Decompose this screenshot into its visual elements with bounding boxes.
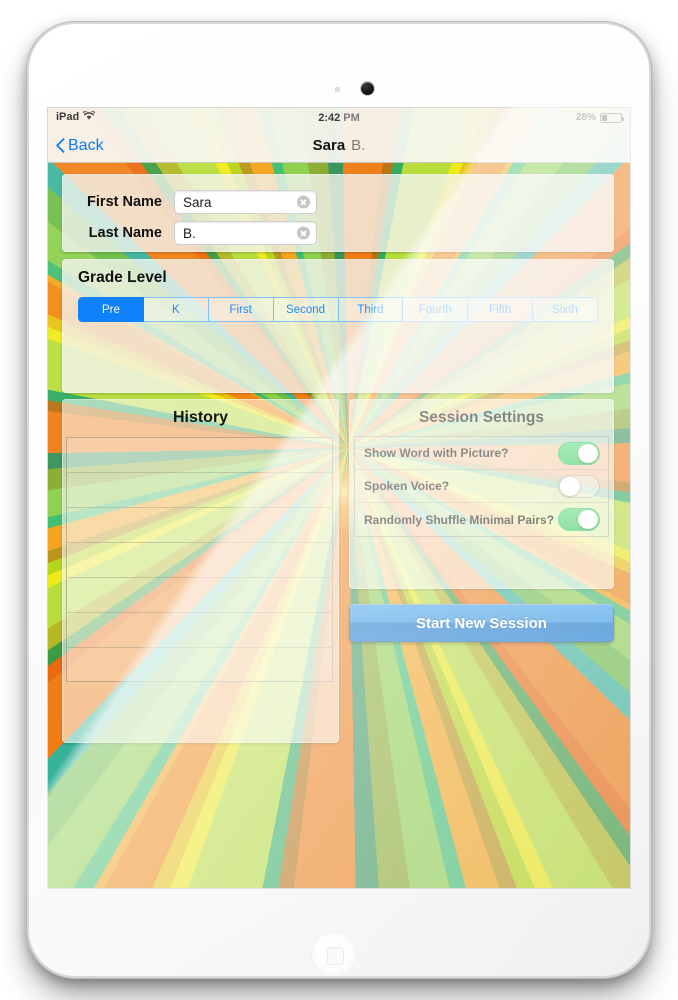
setting-label: Show Word with Picture? bbox=[364, 446, 509, 460]
setting-label: Spoken Voice? bbox=[364, 479, 450, 493]
grade-segment-pre[interactable]: Pre bbox=[78, 297, 144, 322]
setting-toggle[interactable] bbox=[558, 441, 600, 465]
history-row[interactable] bbox=[67, 473, 332, 508]
grade-level-segmented-control[interactable]: Pre K First Second Third Fourth Fifth Sixth bbox=[78, 297, 598, 322]
clock-ampm: PM bbox=[343, 112, 360, 124]
grade-segment-sixth[interactable]: Sixth bbox=[533, 297, 598, 322]
page-title-first-name: Sara bbox=[312, 137, 346, 154]
grade-level-title: Grade Level bbox=[78, 269, 167, 286]
setting-row: Spoken Voice? bbox=[355, 470, 608, 503]
history-row[interactable] bbox=[67, 508, 332, 543]
setting-toggle[interactable] bbox=[558, 508, 600, 531]
page-title: Sara B. bbox=[48, 129, 630, 162]
session-settings-panel: Session Settings Show Word with Picture?… bbox=[349, 399, 614, 589]
grade-level-panel: Grade Level Pre K First Second Third Fourth Fi… bbox=[62, 259, 614, 393]
history-row[interactable] bbox=[67, 578, 332, 613]
status-bar: iPad 2:42 PM 28% bbox=[48, 108, 630, 129]
ambient-sensor-icon bbox=[335, 87, 340, 92]
toggle-knob bbox=[578, 443, 598, 463]
clear-first-name-icon[interactable] bbox=[297, 195, 310, 209]
home-square-icon bbox=[327, 947, 344, 965]
first-name-value: Sara bbox=[183, 194, 212, 210]
setting-toggle[interactable] bbox=[558, 474, 600, 498]
battery-icon bbox=[600, 112, 624, 123]
front-camera-icon bbox=[361, 82, 374, 95]
grade-segment-fourth[interactable]: Fourth bbox=[403, 297, 469, 322]
history-panel: History bbox=[62, 399, 339, 743]
ipad-screen: iPad 2:42 PM 28% Back Sara B. First Name… bbox=[48, 108, 630, 888]
page-title-last-name: B. bbox=[351, 137, 366, 154]
last-name-input[interactable]: B. bbox=[174, 221, 317, 245]
last-name-row: Last Name B. bbox=[62, 221, 614, 245]
name-fields-panel: First Name Sara Last Name B. bbox=[62, 174, 614, 252]
session-settings-table: Show Word with Picture? Spoken Voice? Rand… bbox=[354, 436, 609, 537]
grade-segment-label: Second bbox=[286, 303, 326, 316]
last-name-value: B. bbox=[183, 225, 196, 241]
toggle-knob bbox=[560, 476, 580, 496]
ipad-device-frame: iPad 2:42 PM 28% Back Sara B. First Name… bbox=[29, 24, 649, 976]
grade-segment-label: First bbox=[229, 303, 252, 316]
first-name-label: First Name bbox=[87, 194, 162, 210]
grade-segment-label: Third bbox=[357, 303, 384, 316]
grade-segment-first[interactable]: First bbox=[208, 297, 274, 322]
clock-time: 2:42 bbox=[318, 112, 341, 124]
battery-fill bbox=[602, 114, 607, 121]
grade-segment-third[interactable]: Third bbox=[338, 297, 404, 322]
grade-segment-second[interactable]: Second bbox=[273, 297, 339, 322]
first-name-input[interactable]: Sara bbox=[174, 190, 317, 214]
start-new-session-button[interactable]: Start New Session bbox=[349, 604, 614, 642]
status-bar-clock: 2:42 PM bbox=[48, 112, 630, 124]
grade-segment-label: K bbox=[171, 303, 180, 316]
history-row[interactable] bbox=[67, 613, 332, 648]
grade-segment-k[interactable]: K bbox=[143, 297, 209, 322]
first-name-row: First Name Sara bbox=[62, 190, 614, 214]
last-name-label: Last Name bbox=[88, 225, 162, 241]
session-settings-title: Session Settings bbox=[419, 409, 544, 426]
grade-segment-label: Pre bbox=[101, 303, 120, 316]
setting-row: Randomly Shuffle Minimal Pairs? bbox=[355, 503, 608, 536]
grade-segment-fifth[interactable]: Fifth bbox=[468, 297, 534, 322]
battery-percent-label: 28% bbox=[575, 112, 596, 123]
grade-segment-label: Sixth bbox=[552, 303, 578, 316]
main-content: First Name Sara Last Name B. Grade Level… bbox=[48, 162, 630, 888]
navigation-bar: Back Sara B. bbox=[48, 129, 630, 163]
setting-row: Show Word with Picture? bbox=[355, 437, 608, 470]
history-title: History bbox=[172, 409, 229, 426]
home-button[interactable] bbox=[311, 932, 357, 976]
history-row[interactable] bbox=[67, 543, 332, 578]
grade-segment-label: Fourth bbox=[418, 303, 452, 316]
status-bar-right: 28% bbox=[575, 112, 624, 123]
grade-segment-label: Fifth bbox=[489, 303, 512, 316]
history-row[interactable] bbox=[67, 438, 332, 473]
setting-label: Randomly Shuffle Minimal Pairs? bbox=[364, 512, 555, 527]
clear-last-name-icon[interactable] bbox=[297, 226, 310, 240]
start-new-session-label: Start New Session bbox=[416, 614, 547, 632]
history-row[interactable] bbox=[67, 648, 332, 681]
history-table[interactable] bbox=[66, 437, 333, 682]
toggle-knob bbox=[578, 510, 598, 529]
